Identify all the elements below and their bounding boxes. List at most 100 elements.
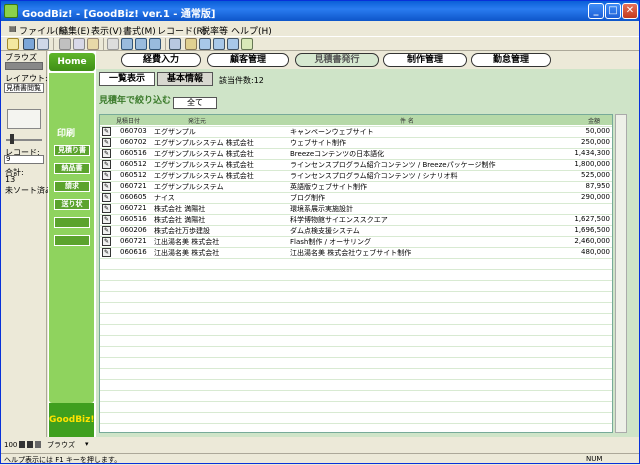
- shipping-slip-button[interactable]: 送り状: [54, 199, 90, 210]
- app-icon: [4, 4, 18, 18]
- layout-icon[interactable]: [241, 38, 253, 50]
- toolbar-separator: [53, 38, 54, 50]
- status-toggle-icon[interactable]: [35, 441, 41, 448]
- print-icon[interactable]: [23, 38, 35, 50]
- cut-icon[interactable]: [59, 38, 71, 50]
- edit-pencil-icon[interactable]: ✎: [102, 193, 111, 202]
- table-row[interactable]: ✎ 060702 エグザンプルシステム 株式会社 ウェブサイト制作 250,000: [100, 137, 612, 148]
- find-icon[interactable]: [169, 38, 181, 50]
- grid-line: [100, 357, 612, 358]
- edit-pencil-icon[interactable]: ✎: [102, 149, 111, 158]
- show-all-icon[interactable]: [199, 38, 211, 50]
- grid-line: [100, 269, 612, 270]
- tab-estimates[interactable]: 見積書発行: [295, 53, 379, 67]
- grid-line: [100, 412, 612, 413]
- edit-pencil-icon[interactable]: ✎: [102, 127, 111, 136]
- record-slider-thumb[interactable]: [10, 134, 14, 144]
- table-row[interactable]: ✎ 060512 エグザンプルシステム 株式会社 ラインセンスプログラム紹介コンテンツ…: [100, 170, 612, 181]
- tab-list-view[interactable]: 一覧表示: [99, 72, 155, 86]
- cell-date: 060512: [120, 160, 147, 168]
- zoom-out-icon[interactable]: [19, 441, 25, 448]
- tab-customers[interactable]: 顧客管理: [207, 53, 289, 67]
- cell-date: 060605: [120, 193, 147, 201]
- table-row[interactable]: ✎ 060516 株式会社 満陽社 科学博物館サイエンススクエア 1,627,500: [100, 214, 612, 225]
- tab-expenses[interactable]: 経費入力: [121, 53, 201, 67]
- table-row[interactable]: ✎ 060605 ナイス ブログ制作 290,000: [100, 192, 612, 203]
- cell-date: 060721: [120, 182, 147, 190]
- tab-attendance[interactable]: 勤怠管理: [471, 53, 551, 67]
- cell-client: 江出湯名美 株式会社: [154, 249, 220, 257]
- grid-line: [100, 302, 612, 303]
- table-row[interactable]: ✎ 060616 江出湯名美 株式会社 江出湯名美 株式会社ウェブサイト制作 480,0…: [100, 247, 612, 258]
- spellcheck-icon[interactable]: [37, 38, 49, 50]
- cell-client: 江出湯名美 株式会社: [154, 238, 220, 246]
- edit-pencil-icon[interactable]: ✎: [102, 171, 111, 180]
- cell-date: 060721: [120, 237, 147, 245]
- cell-amount: 2,460,000: [574, 237, 610, 245]
- close-button[interactable]: ✕: [622, 3, 638, 19]
- mode-dropdown-icon[interactable]: ▾: [85, 440, 89, 448]
- record-number-field[interactable]: 9: [4, 155, 44, 164]
- cell-client: 株式会社万歩建設: [154, 227, 210, 235]
- delete-record-icon[interactable]: [149, 38, 161, 50]
- cell-client: ナイス: [154, 194, 175, 202]
- grid-line: [100, 280, 612, 281]
- zoom-level[interactable]: 100: [4, 441, 17, 449]
- table-row[interactable]: ✎ 060721 江出湯名美 株式会社 Flash制作 / オーサリング 2,460,0…: [100, 236, 612, 247]
- new-record-icon[interactable]: [121, 38, 133, 50]
- cell-subject: 英語版ウェブサイト制作: [290, 183, 367, 191]
- empty-sidebar-button[interactable]: [54, 235, 90, 246]
- home-button[interactable]: Home: [49, 53, 95, 71]
- table-header: 見積日付 発注元 件 名 金額: [100, 115, 612, 125]
- mode-select[interactable]: ブラウズ: [47, 440, 75, 450]
- invoice-button[interactable]: 請求: [54, 181, 90, 192]
- tab-basic-info[interactable]: 基本情報: [157, 72, 213, 86]
- cell-client: エグザンプルシステム 株式会社: [154, 150, 254, 158]
- table-row[interactable]: ✎ 060721 エグザンプルシステム 英語版ウェブサイト制作 87,950: [100, 181, 612, 192]
- result-count: 該当件数:12: [219, 76, 264, 85]
- minimize-button[interactable]: _: [588, 3, 604, 19]
- omit-icon[interactable]: [213, 38, 225, 50]
- edit-pencil-icon[interactable]: ✎: [102, 237, 111, 246]
- zoom-in-icon[interactable]: [27, 441, 33, 448]
- table-row[interactable]: ✎ 060512 エグザンプルシステム 株式会社 ラインセンスプログラム紹介コンテンツ…: [100, 159, 612, 170]
- edit-pencil-icon[interactable]: ✎: [102, 182, 111, 191]
- estimate-button[interactable]: 見積り書: [54, 145, 90, 156]
- omit-multiple-icon[interactable]: [227, 38, 239, 50]
- tab-production[interactable]: 制作管理: [383, 53, 467, 67]
- table-row[interactable]: ✎ 060721 株式会社 満陽社 環境系展示実施設計: [100, 203, 612, 214]
- main-content: 一覧表示 基本情報 該当件数:12 見積年で絞り込む 全て 見積日付 発注元 件…: [96, 69, 639, 437]
- book-icon[interactable]: [7, 109, 41, 129]
- layout-select[interactable]: 見積書閲覧: [4, 83, 44, 93]
- copy-icon[interactable]: [73, 38, 85, 50]
- edit-pencil-icon[interactable]: ✎: [102, 204, 111, 213]
- edit-pencil-icon[interactable]: ✎: [102, 215, 111, 224]
- cell-subject: ラインセンスプログラム紹介コンテンツ / Breezeパッケージ制作: [290, 161, 496, 169]
- sort-icon[interactable]: [185, 38, 197, 50]
- table-row[interactable]: ✎ 060516 エグザンプルシステム 株式会社 Breezeコンテンツの日本語化 1,…: [100, 148, 612, 159]
- duplicate-record-icon[interactable]: [135, 38, 147, 50]
- year-filter-select[interactable]: 全て: [173, 97, 217, 109]
- table-row[interactable]: ✎ 060206 株式会社万歩建設 ダム点検支援システム 1,696,500: [100, 225, 612, 236]
- toolbar: [1, 36, 639, 51]
- new-icon[interactable]: [7, 38, 19, 50]
- table-row[interactable]: ✎ 060703 エグザンプル キャンペーンウェブサイト 50,000: [100, 126, 612, 137]
- edit-pencil-icon[interactable]: ✎: [102, 248, 111, 257]
- cell-client: 株式会社 満陽社: [154, 216, 206, 224]
- cell-amount: 1,434,300: [574, 149, 610, 157]
- empty-sidebar-button[interactable]: [54, 217, 90, 228]
- edit-pencil-icon[interactable]: ✎: [102, 226, 111, 235]
- cell-date: 060616: [120, 248, 147, 256]
- delivery-note-button[interactable]: 納品書: [54, 163, 90, 174]
- cell-amount: 525,000: [581, 171, 610, 179]
- maximize-button[interactable]: □: [605, 3, 621, 19]
- edit-pencil-icon[interactable]: ✎: [102, 160, 111, 169]
- table-scrollbar[interactable]: [615, 114, 627, 433]
- grid-line: [100, 324, 612, 325]
- paste-icon[interactable]: [87, 38, 99, 50]
- undo-icon[interactable]: [107, 38, 119, 50]
- cell-subject: キャンペーンウェブサイト: [290, 128, 374, 136]
- edit-pencil-icon[interactable]: ✎: [102, 138, 111, 147]
- cell-date: 060516: [120, 149, 147, 157]
- grid-line: [100, 291, 612, 292]
